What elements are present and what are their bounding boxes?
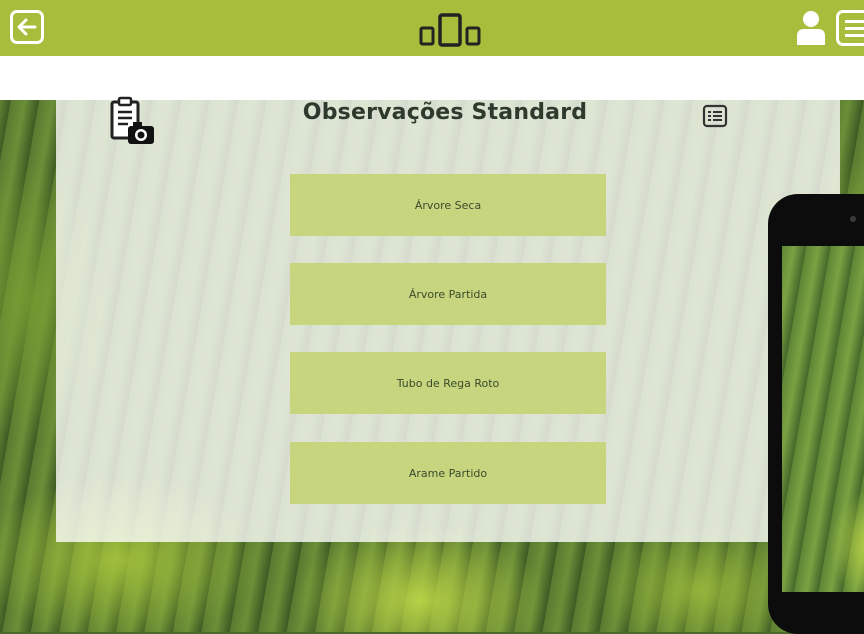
page-title: Observações Standard: [302, 100, 588, 125]
observation-button-tubo-de-rega-roto[interactable]: Tubo de Rega Roto: [290, 352, 606, 414]
observation-button-arvore-partida[interactable]: Árvore Partida: [290, 263, 606, 325]
phone-frame: [768, 194, 864, 634]
phone-screen: [782, 246, 864, 592]
back-button[interactable]: [10, 10, 44, 44]
top-bar: [0, 0, 864, 60]
devices-icon[interactable]: [418, 12, 482, 48]
menu-button[interactable]: [836, 10, 864, 46]
observation-button-arame-partido[interactable]: Arame Partido: [290, 442, 606, 504]
clipboard-camera-icon[interactable]: [108, 96, 156, 148]
observation-button-arvore-seca[interactable]: Árvore Seca: [290, 174, 606, 236]
menu-icon: [845, 20, 864, 23]
arrow-left-icon: [17, 18, 37, 36]
user-icon[interactable]: [796, 10, 826, 46]
list-icon[interactable]: [702, 104, 728, 128]
phone-camera: [850, 216, 856, 222]
